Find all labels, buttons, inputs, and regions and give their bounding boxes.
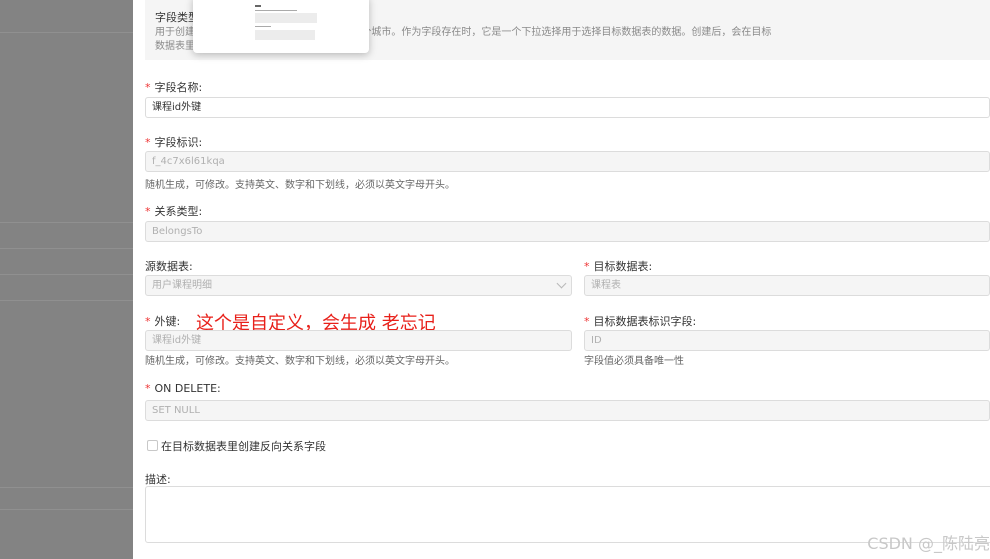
field-id-input[interactable]: f_4c7x6l61kqa [145,151,990,172]
popup-mini-line [255,5,261,7]
overlay-divider [0,248,133,249]
chevron-down-icon [556,278,567,289]
on-delete-label: * ON DELETE: [145,382,221,395]
field-name-input[interactable]: 课程id外键 [145,97,990,118]
foreign-key-input[interactable]: 课程id外键 [145,330,572,351]
target-table-select[interactable]: 课程表 [584,275,990,296]
description-textarea[interactable] [145,486,990,543]
popup-mini-field [255,30,315,40]
target-key-hint: 字段值必须具备唯一性 [584,356,684,367]
overlay-divider [0,274,133,275]
foreign-key-hint: 随机生成，可修改。支持英文、数字和下划线，必须以英文字母开头。 [145,356,455,367]
target-key-label: * 目标数据表标识字段: [584,315,697,328]
relation-type-input[interactable]: BelongsTo [145,221,990,242]
foreign-key-label: * 外键: [145,315,181,328]
description-label: 描述: [145,473,171,486]
field-id-label: * 字段标识: [145,136,203,149]
target-key-select[interactable]: ID [584,330,990,351]
source-table-label: 源数据表: [145,260,193,273]
example-popup [193,0,369,53]
field-name-label: * 字段名称: [145,81,203,94]
target-table-label: * 目标数据表: [584,260,653,273]
overlay-divider [0,222,133,223]
source-table-value: 用户课程明细 [152,280,212,291]
relation-field-form: 字段类型 用于创建 ， 属于一个国家，一个国家可以有多个城市。作为字段存在时，它… [133,0,990,559]
relation-type-label: * 关系类型: [145,205,203,218]
popup-mini-line [255,10,297,11]
overlay-divider [0,509,133,510]
on-delete-select[interactable]: SET NULL [145,400,990,421]
csdn-watermark: CSDN @_陈陆亮 [867,534,990,553]
overlay-divider [0,487,133,488]
overlay-divider [0,300,133,301]
reverse-field-label: 在目标数据表里创建反向关系字段 [161,440,326,453]
page-overlay [0,0,133,559]
field-id-hint: 随机生成，可修改。支持英文、数字和下划线，必须以英文字母开头。 [145,180,455,191]
overlay-divider [0,32,133,33]
popup-mini-field [255,13,317,23]
source-table-select[interactable]: 用户课程明细 [145,275,572,296]
reverse-field-checkbox[interactable] [147,440,158,451]
popup-mini-line [255,26,271,27]
